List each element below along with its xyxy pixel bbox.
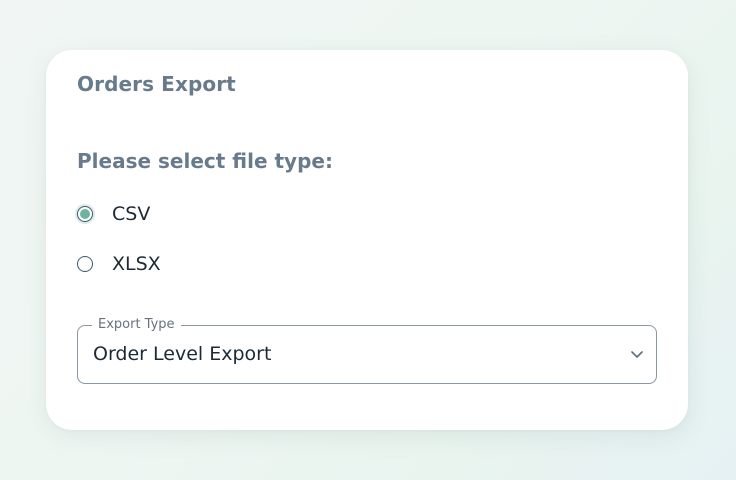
- radio-button-csv[interactable]: [77, 206, 93, 222]
- export-type-value: Order Level Export: [93, 343, 272, 365]
- export-type-label: Export Type: [92, 317, 181, 333]
- orders-export-card: Orders Export Please select file type: C…: [46, 50, 688, 430]
- radio-button-xlsx[interactable]: [77, 256, 93, 272]
- card-title: Orders Export: [77, 72, 236, 96]
- radio-label-csv: CSV: [112, 203, 151, 225]
- chevron-down-icon[interactable]: [630, 350, 644, 359]
- radio-option-csv[interactable]: CSV: [77, 202, 150, 226]
- export-type-select[interactable]: Export Type Order Level Export: [77, 317, 657, 384]
- radio-label-xlsx: XLSX: [112, 253, 161, 275]
- file-type-prompt: Please select file type:: [77, 149, 333, 173]
- radio-option-xlsx[interactable]: XLSX: [77, 252, 161, 276]
